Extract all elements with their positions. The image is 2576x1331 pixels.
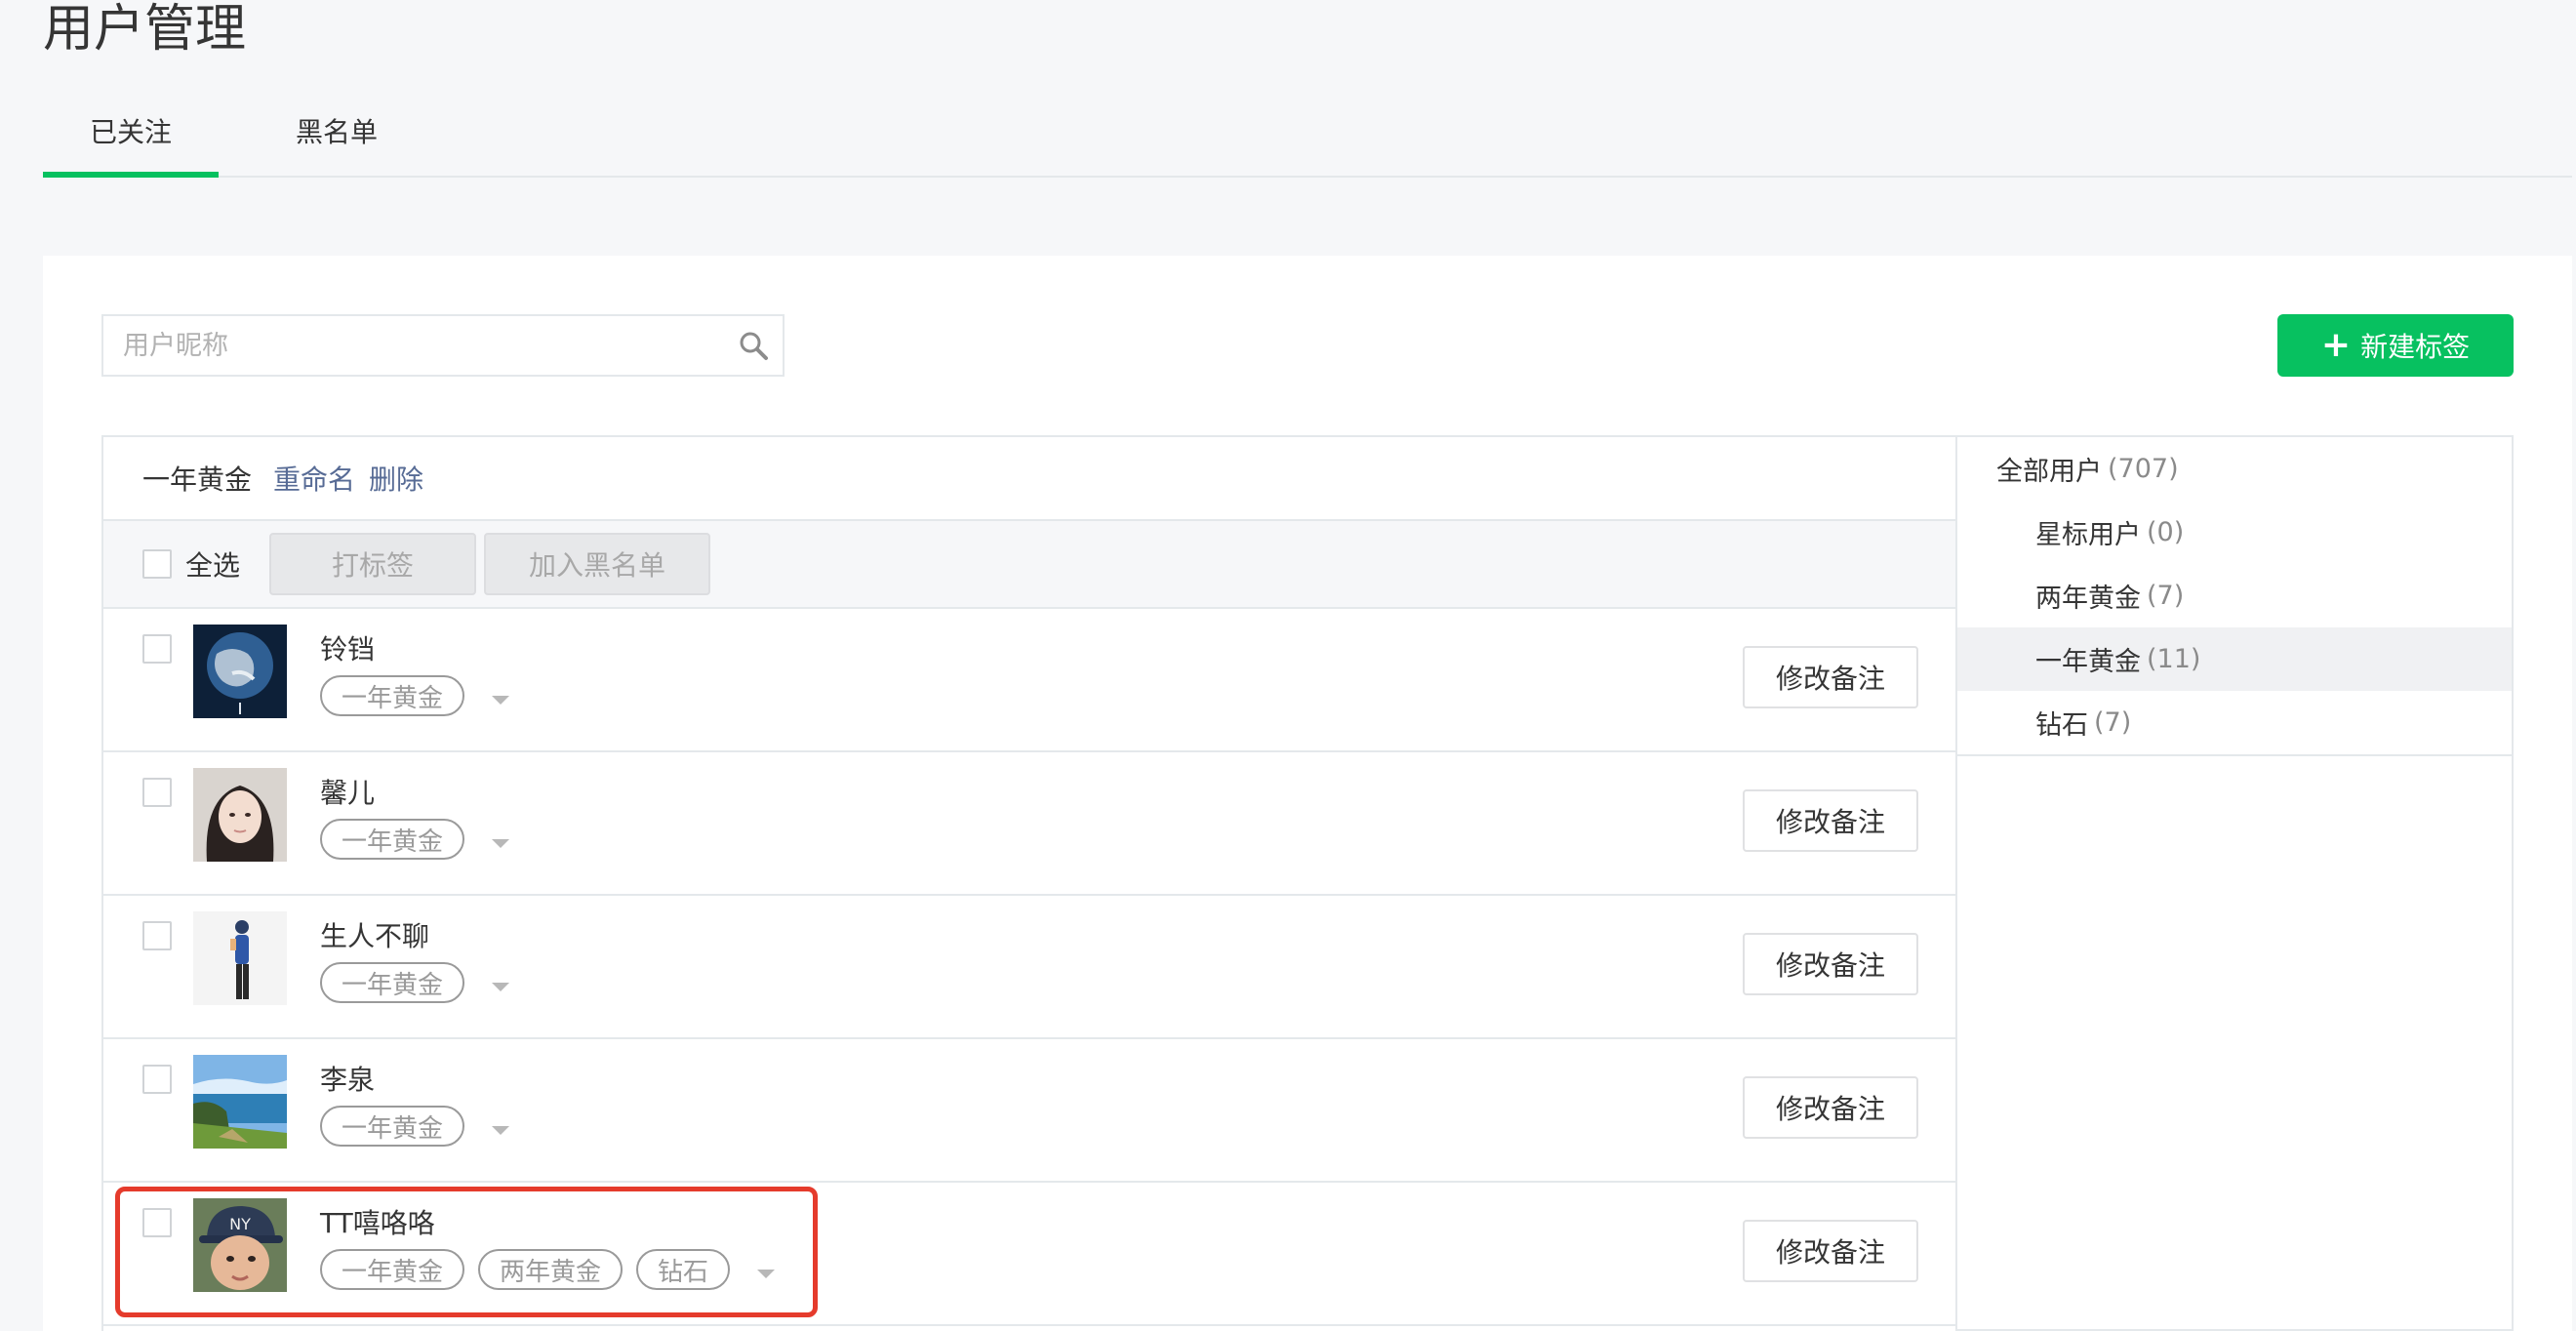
- filter-count: (7): [2147, 581, 2185, 611]
- tag-dropdown-caret-icon[interactable]: [492, 838, 510, 848]
- edit-remark-button[interactable]: 修改备注: [1743, 1076, 1918, 1139]
- tag-pill[interactable]: 一年黄金: [320, 819, 465, 860]
- avatar: [193, 768, 287, 862]
- filter-two-year-gold[interactable]: 两年黄金 (7): [1957, 564, 2512, 627]
- rename-group-link[interactable]: 重命名: [273, 459, 355, 498]
- tag-pill[interactable]: 一年黄金: [320, 1249, 465, 1290]
- filter-label: 星标用户: [2035, 520, 2141, 550]
- tag-dropdown-caret-icon[interactable]: [492, 982, 510, 991]
- filter-one-year-gold[interactable]: 一年黄金 (11): [1957, 627, 2512, 691]
- new-tag-button-label: 新建标签: [2360, 331, 2471, 363]
- user-row: 馨儿 一年黄金 修改备注: [103, 752, 1955, 896]
- user-management-card: + 新建标签 一年黄金 重命名 删除 全选 打标签 加入黑名单: [43, 256, 2572, 1331]
- edit-remark-button[interactable]: 修改备注: [1743, 646, 1918, 708]
- user-row: 生人不聊 一年黄金 修改备注: [103, 896, 1955, 1039]
- user-name: 铃铛: [320, 633, 376, 666]
- edit-remark-button[interactable]: 修改备注: [1743, 933, 1918, 995]
- tag-filter-list: 全部用户 (707) 星标用户 (0) 两年黄金 (7) 一年黄金 (11) 钻…: [1957, 437, 2512, 756]
- tag-pill[interactable]: 钻石: [636, 1249, 731, 1290]
- group-name: 一年黄金: [142, 464, 253, 496]
- tag-pill[interactable]: 一年黄金: [320, 1106, 465, 1147]
- search-icon[interactable]: [738, 330, 769, 361]
- user-tags: 一年黄金: [320, 962, 510, 1003]
- user-row: 铃铛 一年黄金 修改备注: [103, 609, 1955, 752]
- delete-group-link[interactable]: 删除: [369, 459, 423, 498]
- tab-followed[interactable]: 已关注: [43, 103, 219, 178]
- tag-dropdown-caret-icon[interactable]: [757, 1269, 776, 1278]
- new-tag-button[interactable]: + 新建标签: [2277, 314, 2514, 377]
- avatar: [193, 625, 287, 718]
- edit-remark-button[interactable]: 修改备注: [1743, 1220, 1918, 1282]
- tag-dropdown-caret-icon[interactable]: [492, 1125, 510, 1135]
- tag-dropdown-caret-icon[interactable]: [492, 695, 510, 705]
- tag-filter-panel: 全部用户 (707) 星标用户 (0) 两年黄金 (7) 一年黄金 (11) 钻…: [1957, 435, 2514, 1331]
- plus-icon: +: [2320, 325, 2352, 365]
- svg-text:NY: NY: [229, 1215, 251, 1233]
- user-checkbox[interactable]: [142, 1065, 172, 1094]
- select-all-checkbox[interactable]: [142, 549, 172, 579]
- user-checkbox[interactable]: [142, 634, 172, 664]
- batch-toolbar: 全选 打标签 加入黑名单: [103, 521, 1955, 609]
- search-input[interactable]: [103, 316, 689, 375]
- tag-pill[interactable]: 一年黄金: [320, 675, 465, 716]
- page-title: 用户管理: [43, 0, 247, 59]
- tab-blacklist[interactable]: 黑名单: [254, 103, 420, 178]
- filter-count: (0): [2147, 517, 2185, 547]
- tag-pill[interactable]: 一年黄金: [320, 962, 465, 1003]
- search-box: [101, 314, 785, 377]
- user-row: NY TT嘻咯咯 一年黄金 两年黄金 钻石 修改备注: [103, 1183, 1955, 1326]
- user-name: 馨儿: [320, 777, 376, 809]
- add-to-blacklist-button[interactable]: 加入黑名单: [484, 533, 711, 595]
- user-tags: 一年黄金 两年黄金 钻石: [320, 1249, 776, 1290]
- filter-label: 两年黄金: [2035, 584, 2141, 614]
- user-name: 李泉: [320, 1064, 376, 1096]
- user-table: 一年黄金 重命名 删除 全选 打标签 加入黑名单 铃铛 一年黄金 修改备注 馨儿…: [101, 435, 1957, 1331]
- filter-diamond[interactable]: 钻石 (7): [1957, 691, 2512, 754]
- filter-all-users[interactable]: 全部用户 (707): [1957, 437, 2512, 501]
- user-name: 生人不聊: [320, 920, 430, 952]
- user-checkbox[interactable]: [142, 921, 172, 950]
- user-row: 李泉 一年黄金 修改备注: [103, 1039, 1955, 1183]
- user-tags: 一年黄金: [320, 675, 510, 716]
- user-tags: 一年黄金: [320, 1106, 510, 1147]
- tab-bar: 已关注 黑名单: [43, 103, 2572, 178]
- filter-label: 一年黄金: [2035, 647, 2141, 677]
- avatar: [193, 911, 287, 1005]
- user-tags: 一年黄金: [320, 819, 510, 860]
- avatar: NY: [193, 1198, 287, 1292]
- user-checkbox[interactable]: [142, 1208, 172, 1237]
- user-checkbox[interactable]: [142, 778, 172, 807]
- avatar: [193, 1055, 287, 1149]
- tag-pill[interactable]: 两年黄金: [478, 1249, 624, 1290]
- filter-label: 钻石: [2035, 710, 2088, 741]
- filter-starred-users[interactable]: 星标用户 (0): [1957, 501, 2512, 564]
- filter-count: (707): [2108, 454, 2179, 484]
- filter-count: (11): [2147, 644, 2201, 674]
- edit-remark-button[interactable]: 修改备注: [1743, 789, 1918, 852]
- tag-button[interactable]: 打标签: [269, 533, 477, 595]
- filter-label: 全部用户: [1996, 457, 2102, 487]
- filter-count: (7): [2094, 707, 2132, 738]
- group-header: 一年黄金 重命名 删除: [103, 437, 1955, 521]
- user-name: TT嘻咯咯: [320, 1207, 435, 1239]
- select-all-label: 全选: [185, 549, 241, 582]
